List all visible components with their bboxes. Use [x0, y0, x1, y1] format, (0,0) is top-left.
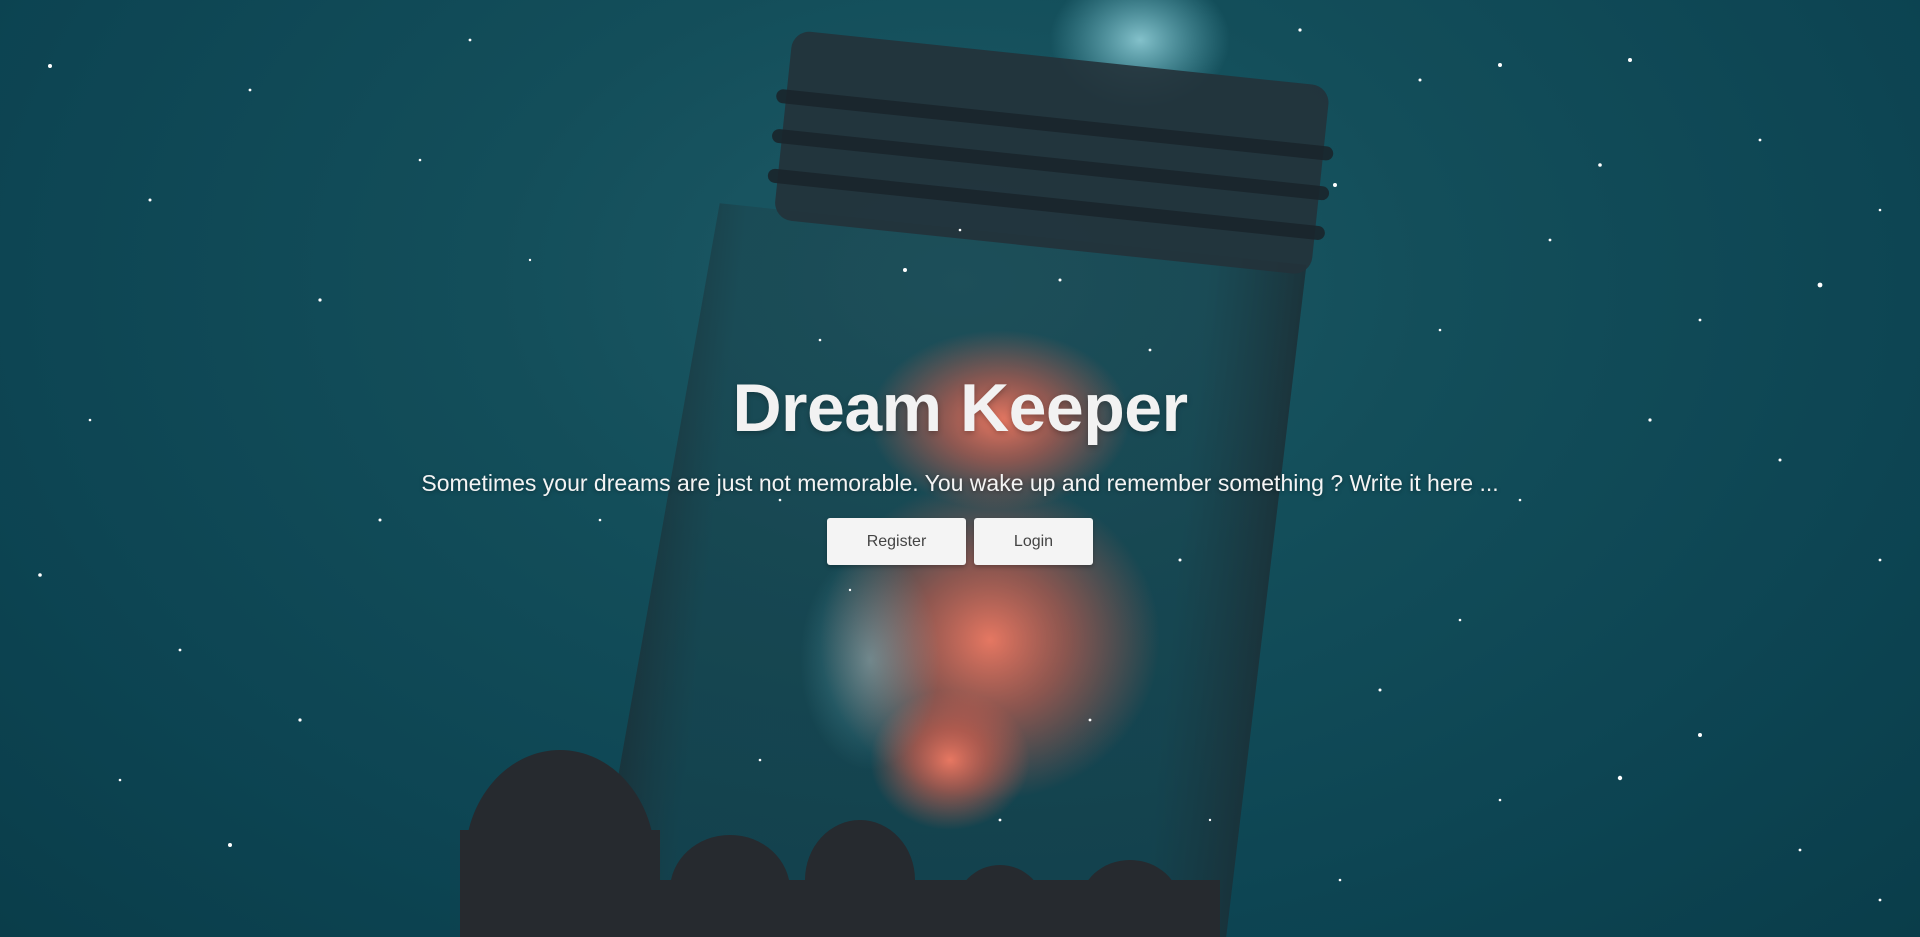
register-button[interactable]: Register [827, 518, 966, 565]
hero-content: Dream Keeper Sometimes your dreams are j… [0, 0, 1920, 937]
hero-subtitle: Sometimes your dreams are just not memor… [421, 470, 1499, 496]
hero-section: Dream Keeper Sometimes your dreams are j… [0, 0, 1920, 937]
login-button[interactable]: Login [974, 518, 1093, 565]
action-buttons: Register Login [0, 518, 1920, 565]
page-title: Dream Keeper [732, 370, 1188, 446]
